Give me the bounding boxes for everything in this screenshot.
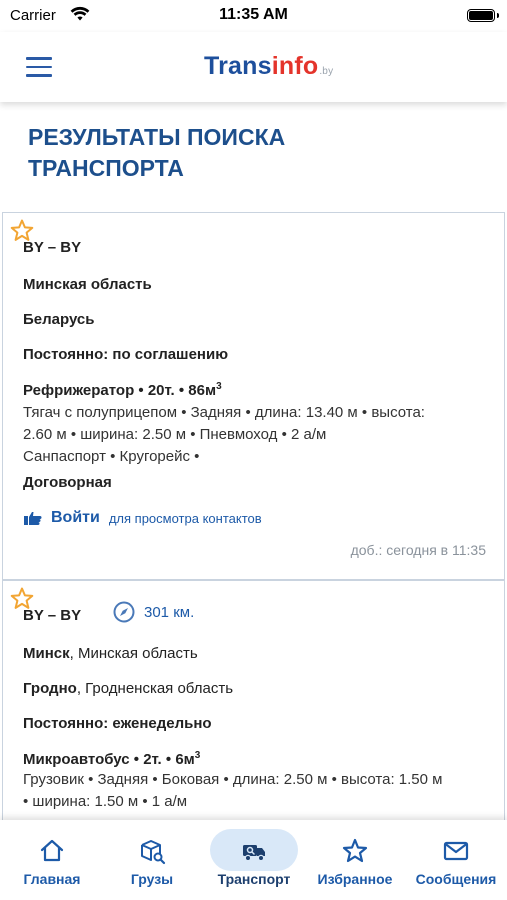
tab-label: Главная [23,871,81,887]
login-row: Войти для просмотра контактов [23,509,262,527]
thumb-pointer-icon [24,512,42,525]
tab-messages[interactable]: Сообщения [406,828,506,892]
tab-label: Избранное [317,871,393,887]
truck-search-icon [243,845,265,862]
result-card[interactable]: BY – BY Минская область Беларусь Постоян… [2,212,505,580]
star-icon [342,838,368,863]
tab-bar: Главная Грузы Транспорт Избранное Сообще… [0,820,507,900]
tab-label: Транспорт [217,871,291,887]
battery-icon [467,9,499,22]
menu-icon[interactable] [26,57,52,77]
unload-place: Гродно, Гродненская область [23,680,234,697]
home-icon [40,839,64,862]
tab-cargo[interactable]: Грузы [102,828,202,892]
app-header: Transinfo.by [0,32,507,102]
login-link[interactable]: Войти [51,509,100,527]
vehicle-type: Микроавтобус • 2т. • 6м3 [23,750,201,768]
route: BY – BY [23,607,82,624]
tab-label: Сообщения [415,871,497,887]
status-bar: Carrier 11:35 AM [0,0,507,32]
transinfo-logo: Transinfo.by [204,52,334,80]
vehicle-details: Тягач с полуприцепом • Задняя • длина: 1… [23,404,425,465]
load-region: Минская область [23,276,152,293]
result-card[interactable]: BY – BY 301 км. Минск, Минская область Г… [2,580,505,840]
status-time: 11:35 AM [219,6,288,23]
load-place: Минск, Минская область [23,645,198,662]
route: BY – BY [23,239,82,256]
page-title: РЕЗУЛЬТАТЫ ПОИСКА ТРАНСПОРТА [28,124,286,181]
tab-transport[interactable]: Транспорт [204,828,304,892]
vehicle-details: Грузовик • Задняя • Боковая • длина: 2.5… [23,771,443,810]
tab-favorites[interactable]: Избранное [305,828,405,892]
cargo-search-icon [141,840,166,865]
distance[interactable]: 301 км. [113,601,194,623]
compass-icon [113,601,135,623]
price: Договорная [23,474,112,491]
schedule: Постоянно: по соглашению [23,346,228,363]
tab-home[interactable]: Главная [2,828,102,892]
schedule: Постоянно: еженедельно [23,715,212,732]
tab-label: Грузы [130,871,174,887]
added-time: доб.: сегодня в 11:35 [350,542,486,558]
distance-value: 301 км. [144,603,195,621]
login-hint: для просмотра контактов [108,510,262,526]
unload-country: Беларусь [23,311,95,328]
envelope-icon [443,841,469,861]
vehicle-type: Рефрижератор • 20т. • 86м3 [23,381,222,399]
